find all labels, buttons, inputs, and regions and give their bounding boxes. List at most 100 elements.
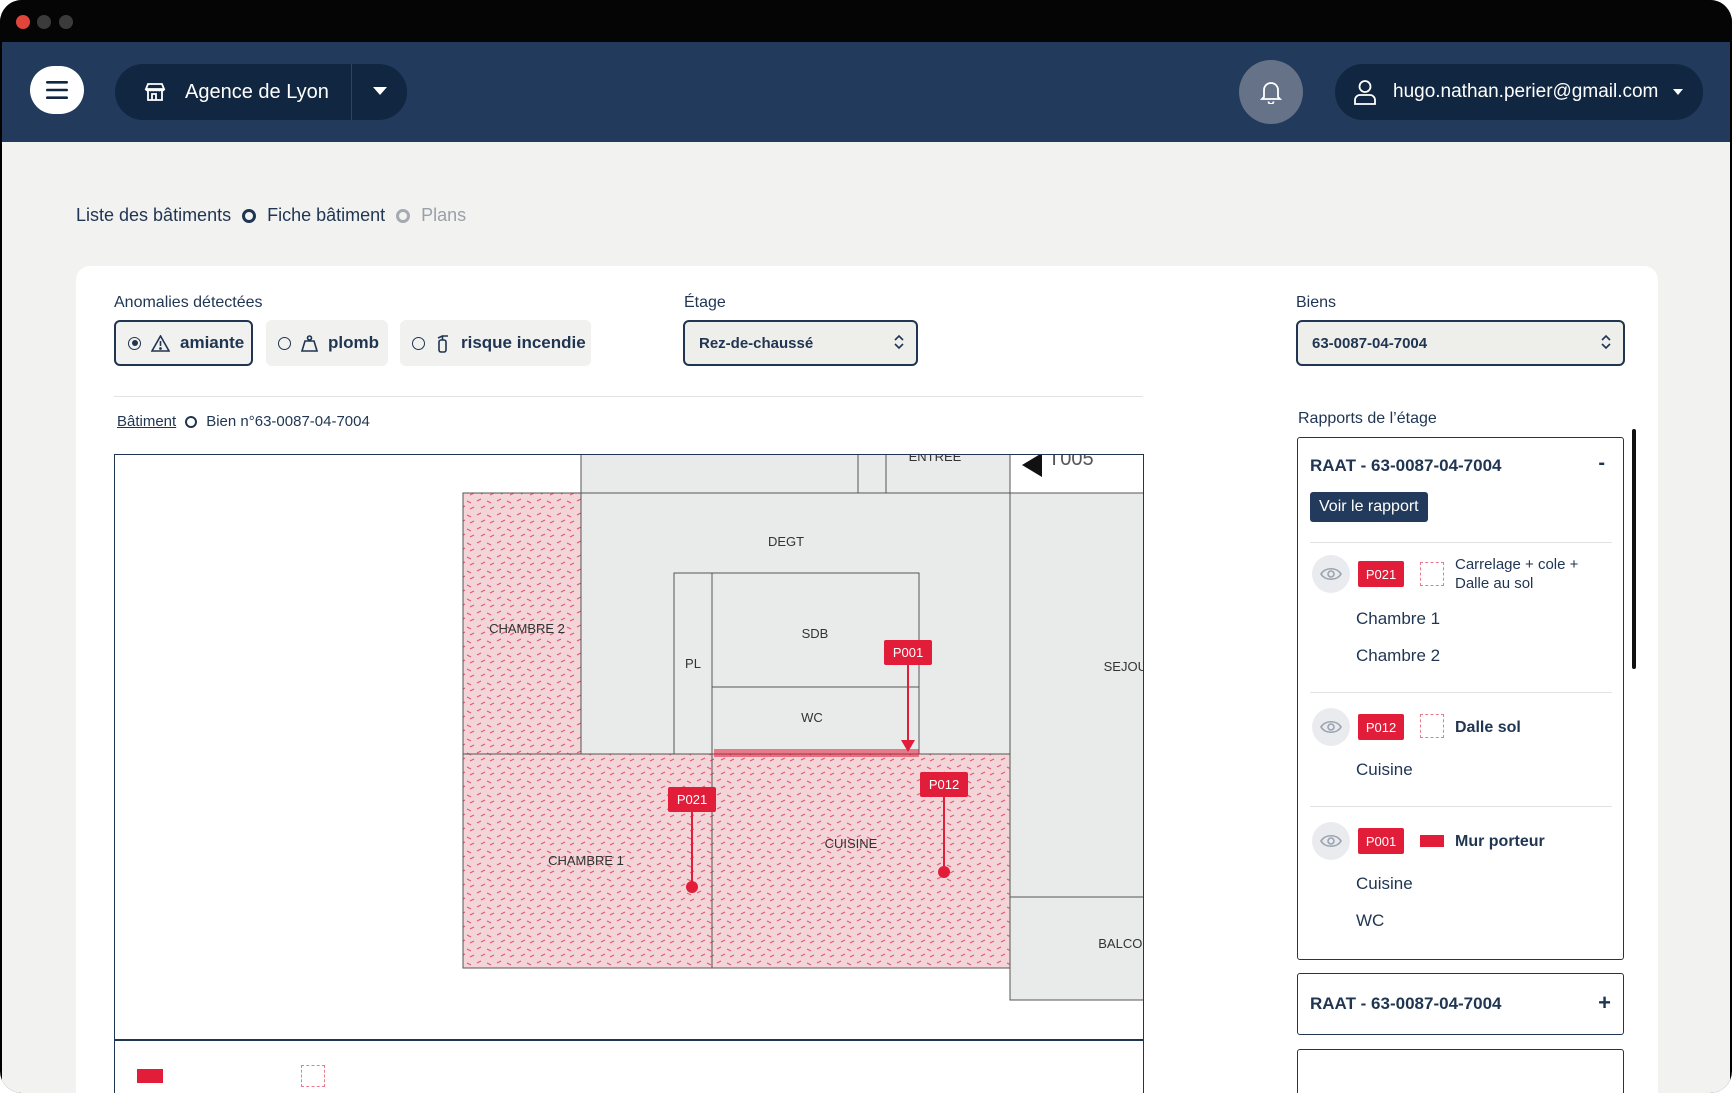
breadcrumb-separator	[185, 415, 198, 428]
plan-legend	[114, 1040, 1144, 1093]
voir-rapport-button[interactable]: Voir le rapport	[1310, 492, 1428, 522]
radio-unselected[interactable]	[278, 336, 291, 350]
legend-solid-swatch	[137, 1069, 163, 1083]
breadcrumb-building-list[interactable]: Liste des bâtiments	[76, 205, 231, 226]
fire-extinguisher-icon	[437, 335, 448, 353]
maximize-window-icon[interactable]	[59, 15, 73, 29]
room-label-balcon: BALCON	[1098, 936, 1144, 951]
room-label-pl: PL	[685, 656, 701, 671]
breadcrumb-plans: Plans	[421, 205, 467, 225]
solid-swatch	[1420, 835, 1444, 847]
collapse-toggle[interactable]: -	[1598, 452, 1605, 475]
eye-icon	[1320, 834, 1342, 848]
legend-hatch-swatch	[301, 1065, 325, 1087]
agency-divider	[351, 64, 352, 120]
room-name: Cuisine	[1356, 760, 1413, 779]
biens-select[interactable]: 63-0087-04-7004	[1296, 320, 1625, 366]
anomaly-filter-plomb[interactable]: plomb	[266, 320, 388, 366]
panel-divider	[1310, 806, 1612, 807]
chevron-down-icon[interactable]	[373, 87, 387, 95]
etage-select[interactable]: Rez-de-chaussé	[683, 320, 918, 366]
anomaly-code-badge: P012	[1358, 714, 1404, 740]
panel-divider	[1310, 542, 1612, 543]
room-name: Cuisine	[1356, 874, 1413, 893]
breadcrumb-separator	[396, 208, 411, 223]
anomaly-filter-label: plomb	[328, 333, 379, 352]
reports-title: Rapports de l’étage	[1298, 410, 1437, 427]
store-icon	[144, 83, 166, 101]
hamburger-icon	[46, 81, 68, 99]
anomaly-filter-risque-incendie[interactable]: risque incendie	[400, 320, 591, 366]
floor-plan[interactable]: ENTREE T005 DEGT CHAMBRE 2 SDB PL WC SEJ…	[114, 454, 1144, 1040]
hatch-swatch	[1420, 714, 1444, 738]
room-label-cuisine: CUISINE	[825, 836, 878, 851]
report-panel-partial[interactable]	[1297, 1049, 1624, 1093]
report-panel-collapsed[interactable]: RAAT - 63-0087-04-7004 +	[1297, 973, 1624, 1035]
warning-icon	[151, 334, 170, 352]
user-email: hugo.nathan.perier@gmail.com	[1393, 81, 1659, 102]
expand-toggle[interactable]: +	[1598, 990, 1611, 1016]
room-label-degt: DEGT	[768, 534, 804, 549]
bell-icon	[1260, 82, 1282, 104]
room-label-t005: T005	[1048, 455, 1094, 470]
app-window: Agence de Lyon hugo.nathan.perier@gmail.…	[0, 0, 1732, 1093]
top-navigation: Agence de Lyon hugo.nathan.perier@gmail.…	[2, 42, 1730, 142]
visibility-toggle[interactable]	[1312, 708, 1350, 746]
eye-icon	[1320, 720, 1342, 734]
biens-value: 63-0087-04-7004	[1312, 334, 1428, 352]
user-icon	[1354, 80, 1376, 105]
breadcrumb: Liste des bâtiments Fiche bâtiment Plans	[76, 205, 466, 226]
room-label-sejour: SEJOUR	[1104, 659, 1144, 674]
visibility-toggle[interactable]	[1312, 555, 1350, 593]
close-window-icon[interactable]	[16, 15, 30, 29]
breadcrumb-separator	[242, 208, 257, 223]
anomaly-label: Dalle sol	[1455, 719, 1521, 736]
agency-name: Agence de Lyon	[185, 81, 329, 103]
room-label-sdb: SDB	[802, 626, 829, 641]
report-panel-expanded: RAAT - 63-0087-04-7004 - Voir le rapport…	[1297, 437, 1624, 960]
eye-icon	[1320, 567, 1342, 581]
anomaly-label: Mur porteur	[1455, 833, 1545, 850]
menu-button[interactable]	[30, 66, 84, 114]
panel-divider	[1310, 692, 1612, 693]
radio-unselected[interactable]	[412, 336, 425, 350]
radio-selected[interactable]	[128, 336, 141, 350]
visibility-toggle[interactable]	[1312, 822, 1350, 860]
plan-breadcrumb-current: Bien n°63-0087-04-7004	[206, 413, 370, 430]
breadcrumb-building-sheet[interactable]: Fiche bâtiment	[267, 205, 385, 226]
room-label-chambre-2: CHAMBRE 2	[489, 621, 565, 636]
window-titlebar	[0, 0, 1732, 42]
minimize-window-icon[interactable]	[37, 15, 51, 29]
app-screen: Agence de Lyon hugo.nathan.perier@gmail.…	[2, 42, 1730, 1093]
room-top-left	[580, 455, 859, 494]
agency-selector[interactable]: Agence de Lyon	[115, 64, 407, 120]
floor-plan-drawing: ENTREE T005 DEGT CHAMBRE 2 SDB PL WC SEJ…	[462, 455, 1144, 1001]
plan-breadcrumb-building-link[interactable]: Bâtiment	[117, 413, 176, 430]
user-menu[interactable]: hugo.nathan.perier@gmail.com	[1335, 64, 1703, 120]
chevron-down-icon[interactable]	[1673, 89, 1683, 95]
etage-value: Rez-de-chaussé	[699, 334, 814, 352]
reports-scrollbar[interactable]	[1632, 429, 1636, 669]
section-divider	[114, 396, 1143, 397]
anomaly-code-badge: P001	[1358, 828, 1404, 854]
updown-chevron-icon	[1601, 334, 1611, 350]
plans-card: Anomalies détectées amiante plomb risque…	[76, 266, 1658, 1093]
marker-p021-label: P021	[677, 792, 707, 807]
room-name: Chambre 1	[1356, 609, 1441, 628]
report-title[interactable]: RAAT - 63-0087-04-7004	[1310, 994, 1502, 1014]
anomaly-filter-amiante[interactable]: amiante	[114, 320, 253, 366]
anomalies-label: Anomalies détectées	[114, 294, 263, 311]
anomaly-code-badge: P021	[1358, 561, 1404, 587]
room-label-wc: WC	[801, 710, 823, 725]
room-sejour	[1009, 492, 1143, 936]
report-title[interactable]: RAAT - 63-0087-04-7004	[1310, 456, 1502, 476]
updown-chevron-icon	[894, 334, 904, 350]
marker-p012-label: P012	[929, 777, 959, 792]
anomaly-label: Carrelage + cole + Dalle au sol	[1455, 556, 1579, 592]
anomaly-wall-p001	[714, 749, 919, 757]
notifications-button[interactable]	[1239, 60, 1303, 124]
lead-weight-icon	[301, 334, 318, 352]
room-top-narrow	[857, 455, 887, 494]
room-label-entree: ENTREE	[909, 455, 962, 464]
room-label-chambre-1: CHAMBRE 1	[548, 853, 624, 868]
